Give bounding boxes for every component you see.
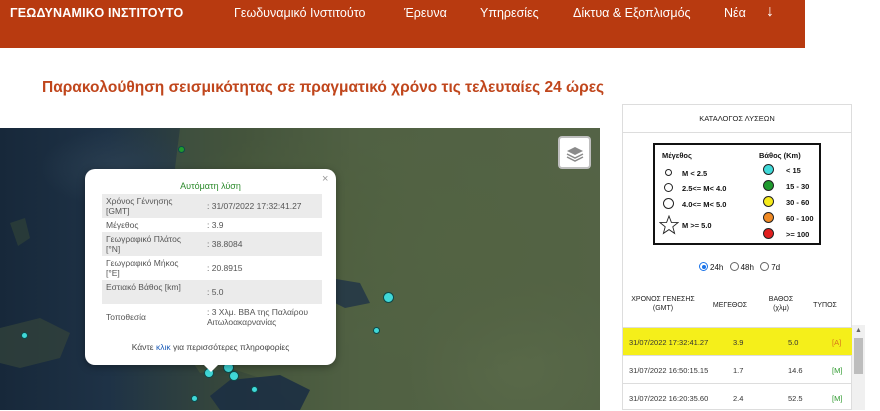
popup-key: Μέγεθος [106,220,139,230]
column-header-depth[interactable]: ΒΑΘΟΣ (χλμ) [763,295,799,313]
scrollbar-thumb[interactable] [854,338,863,374]
legend-magnitude-item: M >= 5.0 [682,221,712,230]
event-type: [M] [832,366,843,375]
table-row[interactable]: 31/07/2022 16:20:35.60 2.4 52.5 [M] [623,383,855,411]
event-popup: × Αυτόματη λύση Χρόνος Γέννησης [GMT] : … [85,169,336,365]
nav-item-research[interactable]: Έρευνα [404,6,447,20]
radio-7d-label[interactable]: 7d [771,263,780,272]
depth-swatch-icon [763,196,774,207]
popup-row-latitude: Γεωγραφικό Πλάτος [°N] : 38.8084 [102,232,322,256]
solutions-panel: ΚΑΤΑΛΟΓΟΣ ΛΥΣΕΩΝ Μέγεθος Βάθος (Km) M < … [622,104,855,411]
legend-depth-item: 15 - 30 [786,182,810,191]
earthquake-marker[interactable] [229,371,239,381]
legend-depth-item: 60 - 100 [786,214,814,223]
popup-key: Εστιακό Βάθος [km] [106,282,181,292]
popup-title: Αυτόματη λύση [180,181,241,191]
event-magnitude: 1.7 [733,366,744,375]
column-header-magnitude[interactable]: ΜΕΓΕΘΟΣ [710,301,750,310]
earthquake-marker[interactable] [383,292,394,303]
event-depth: 14.6 [788,366,803,375]
popup-footer-post: για περισσότερες πληροφορίες [170,342,290,352]
page-title: Παρακολούθηση σεισμικότητας σε πραγματικ… [42,79,605,96]
legend-magnitude-title: Μέγεθος [662,151,692,160]
legend-magnitude-item: M < 2.5 [682,169,708,178]
time-range-selector: 24h 48h 7d [699,262,780,272]
magnitude-medium-icon [664,183,673,192]
star-icon [659,215,679,235]
magnitude-large-icon [663,198,674,209]
popup-more-link[interactable]: κλικ [156,342,171,352]
radio-48h-label[interactable]: 48h [741,263,754,272]
legend-depth-item: < 15 [786,166,801,175]
event-magnitude: 3.9 [733,338,744,347]
nav-item-networks[interactable]: Δίκτυα & Εξοπλισμός [573,6,691,20]
event-magnitude: 2.4 [733,394,744,403]
event-depth: 52.5 [788,394,803,403]
popup-row-longitude: Γεωγραφικό Μήκος [°E] : 20.8915 [102,256,322,280]
popup-details: Χρόνος Γέννησης [GMT] : 31/07/2022 17:32… [102,194,322,330]
popup-row-magnitude: Μέγεθος : 3.9 [102,218,322,232]
popup-value: : 5.0 [207,287,224,297]
popup-key: Χρόνος Γέννησης [GMT] [106,196,173,216]
earthquake-marker[interactable] [191,395,198,402]
radio-7d[interactable] [760,262,770,272]
event-depth: 5.0 [788,338,799,347]
magnitude-small-icon [665,169,672,176]
popup-row-location: Τοποθεσία : 3 Χλμ. ΒΒΑ της Παλαίρου Αιτω… [102,304,322,330]
scroll-up-icon[interactable]: ▲ [855,327,862,334]
earthquake-marker[interactable] [373,327,380,334]
popup-key: Τοποθεσία [106,312,146,322]
table-scrollbar[interactable]: ▲ [852,325,865,410]
layers-button[interactable] [558,136,591,169]
depth-swatch-icon [763,228,774,239]
earthquake-marker[interactable] [21,332,28,339]
nav-item-institute[interactable]: Γεωδυναμικό Ινστιτούτο [234,6,365,20]
column-header-type[interactable]: ΤΥΠΟΣ [809,301,841,310]
legend-magnitude-item: 2.5<= M< 4.0 [682,184,727,193]
earthquake-marker[interactable] [178,146,185,153]
event-type: [M] [832,394,843,403]
radio-48h[interactable] [729,262,739,272]
popup-key: Γεωγραφικό Πλάτος [°N] [106,234,181,254]
popup-row-origin-time: Χρόνος Γέννησης [GMT] : 31/07/2022 17:32… [102,194,322,218]
radio-24h-label[interactable]: 24h [710,263,723,272]
depth-swatch-icon [763,180,774,191]
popup-value: : 3.9 [207,220,224,230]
depth-swatch-icon [763,164,774,175]
event-time: 31/07/2022 17:32:41.27 [629,338,709,347]
legend-magnitude-item: 4.0<= M< 5.0 [682,200,727,209]
nav-item-news[interactable]: Νέα [724,6,746,20]
popup-value: : 31/07/2022 17:32:41.27 [207,201,302,211]
site-header: ΓΕΩΔΥΝΑΜΙΚΟ ΙΝΣΤΙΤΟΥΤΟ Γεωδυναμικό Ινστι… [0,0,805,48]
panel-heading: ΚΑΤΑΛΟΓΟΣ ΛΥΣΕΩΝ [623,105,851,133]
popup-value: : 20.8915 [207,263,243,273]
popup-footer: Κάντε κλικ για περισσότερες πληροφορίες [85,342,336,352]
event-time: 31/07/2022 16:50:15.15 [629,366,709,375]
main-nav: Γεωδυναμικό Ινστιτούτο Έρευνα Υπηρεσίες … [0,6,805,22]
table-row[interactable]: 31/07/2022 17:32:41.27 3.9 5.0 [A] [623,327,855,355]
legend-depth-title: Βάθος (Km) [759,151,801,160]
event-type: [A] [832,338,842,347]
popup-row-depth: Εστιακό Βάθος [km] : 5.0 [102,280,322,304]
nav-item-services[interactable]: Υπηρεσίες [480,6,539,20]
event-time: 31/07/2022 16:20:35.60 [629,394,709,403]
map-legend: Μέγεθος Βάθος (Km) M < 2.5 2.5<= M< 4.0 … [653,143,821,245]
popup-value: : 38.8084 [207,239,243,249]
legend-depth-item: >= 100 [786,230,810,239]
popup-footer-pre: Κάντε [131,342,156,352]
table-row[interactable]: 31/07/2022 16:50:15.15 1.7 14.6 [M] [623,355,855,383]
depth-swatch-icon [763,212,774,223]
column-header-time[interactable]: ΧΡΟΝΟΣ ΓΕΝΕΣΗΣ (GMT) [623,295,703,313]
layers-icon [566,146,583,162]
radio-24h[interactable] [699,262,708,272]
popup-key: Γεωγραφικό Μήκος [°E] [106,258,179,278]
earthquake-marker[interactable] [251,386,258,393]
arrow-down-icon[interactable]: ↓ [766,3,774,21]
popup-value: : 3 Χλμ. ΒΒΑ της Παλαίρου Αιτωλοακαρνανί… [207,307,308,327]
popup-pointer [203,364,219,372]
legend-depth-item: 30 - 60 [786,198,810,207]
